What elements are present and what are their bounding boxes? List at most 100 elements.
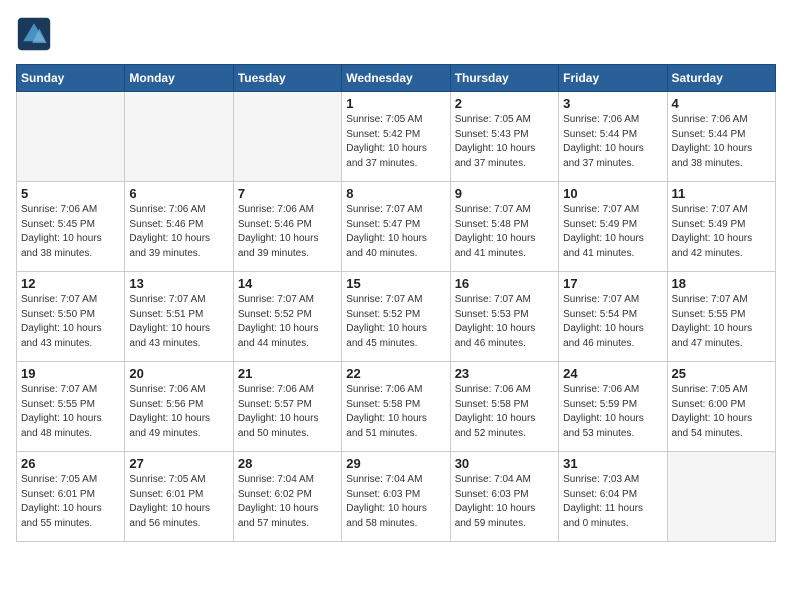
- day-number: 27: [129, 456, 228, 471]
- week-row-3: 12 Sunrise: 7:07 AM Sunset: 5:50 PM Dayli…: [17, 272, 776, 362]
- day-info: Sunrise: 7:06 AM Sunset: 5:44 PM Dayligh…: [672, 113, 771, 171]
- weekday-monday: Monday: [125, 65, 233, 92]
- week-row-5: 26 Sunrise: 7:05 AM Sunset: 6:01 PM Dayli…: [17, 452, 776, 542]
- calendar-cell: 27 Sunrise: 7:05 AM Sunset: 6:01 PM Dayli…: [125, 452, 233, 542]
- day-info: Sunrise: 7:05 AM Sunset: 5:42 PM Dayligh…: [346, 113, 445, 171]
- calendar-cell: 9 Sunrise: 7:07 AM Sunset: 5:48 PM Daylig…: [450, 182, 558, 272]
- weekday-header-row: SundayMondayTuesdayWednesdayThursdayFrid…: [17, 65, 776, 92]
- calendar-cell: 4 Sunrise: 7:06 AM Sunset: 5:44 PM Daylig…: [667, 92, 775, 182]
- calendar-cell: 22Sunrise: 7:06 AM Sunset: 5:58 PM Dayli…: [342, 362, 450, 452]
- calendar-cell: 12 Sunrise: 7:07 AM Sunset: 5:50 PM Dayli…: [17, 272, 125, 362]
- logo-icon: [16, 16, 52, 52]
- day-number: 15: [346, 276, 445, 291]
- day-info: Sunrise: 7:04 AM Sunset: 6:03 PM Dayligh…: [455, 473, 554, 531]
- day-info: Sunrise: 7:05 AM Sunset: 6:00 PM Dayligh…: [672, 383, 771, 441]
- day-number: 12: [21, 276, 120, 291]
- day-info: Sunrise: 7:07 AM Sunset: 5:49 PM Dayligh…: [563, 203, 662, 261]
- day-number: 1: [346, 96, 445, 111]
- calendar-cell: 25 Sunrise: 7:05 AM Sunset: 6:00 PM Dayli…: [667, 362, 775, 452]
- calendar-cell: 31Sunrise: 7:03 AM Sunset: 6:04 PM Dayli…: [559, 452, 667, 542]
- calendar-cell: 8 Sunrise: 7:07 AM Sunset: 5:47 PM Daylig…: [342, 182, 450, 272]
- page-header: [16, 16, 776, 52]
- day-info: Sunrise: 7:07 AM Sunset: 5:50 PM Dayligh…: [21, 293, 120, 351]
- day-info: Sunrise: 7:06 AM Sunset: 5:56 PM Dayligh…: [129, 383, 228, 441]
- weekday-friday: Friday: [559, 65, 667, 92]
- calendar-cell: 5 Sunrise: 7:06 AM Sunset: 5:45 PM Daylig…: [17, 182, 125, 272]
- day-info: Sunrise: 7:07 AM Sunset: 5:52 PM Dayligh…: [238, 293, 337, 351]
- day-number: 24: [563, 366, 662, 381]
- day-info: Sunrise: 7:06 AM Sunset: 5:45 PM Dayligh…: [21, 203, 120, 261]
- calendar-cell: [233, 92, 341, 182]
- day-number: 29: [346, 456, 445, 471]
- logo: [16, 16, 56, 52]
- day-info: Sunrise: 7:07 AM Sunset: 5:51 PM Dayligh…: [129, 293, 228, 351]
- calendar-cell: 19Sunrise: 7:07 AM Sunset: 5:55 PM Dayli…: [17, 362, 125, 452]
- day-info: Sunrise: 7:07 AM Sunset: 5:54 PM Dayligh…: [563, 293, 662, 351]
- day-number: 25: [672, 366, 771, 381]
- day-number: 23: [455, 366, 554, 381]
- week-row-1: 1 Sunrise: 7:05 AM Sunset: 5:42 PM Daylig…: [17, 92, 776, 182]
- day-number: 30: [455, 456, 554, 471]
- day-info: Sunrise: 7:07 AM Sunset: 5:47 PM Dayligh…: [346, 203, 445, 261]
- day-number: 8: [346, 186, 445, 201]
- day-info: Sunrise: 7:04 AM Sunset: 6:03 PM Dayligh…: [346, 473, 445, 531]
- weekday-saturday: Saturday: [667, 65, 775, 92]
- day-number: 9: [455, 186, 554, 201]
- day-number: 20: [129, 366, 228, 381]
- calendar-cell: 6 Sunrise: 7:06 AM Sunset: 5:46 PM Daylig…: [125, 182, 233, 272]
- day-info: Sunrise: 7:05 AM Sunset: 6:01 PM Dayligh…: [129, 473, 228, 531]
- day-number: 7: [238, 186, 337, 201]
- calendar-cell: 23 Sunrise: 7:06 AM Sunset: 5:58 PM Dayli…: [450, 362, 558, 452]
- day-number: 21: [238, 366, 337, 381]
- calendar-cell: 30 Sunrise: 7:04 AM Sunset: 6:03 PM Dayli…: [450, 452, 558, 542]
- calendar-cell: 21 Sunrise: 7:06 AM Sunset: 5:57 PM Dayli…: [233, 362, 341, 452]
- calendar-cell: [17, 92, 125, 182]
- calendar-cell: 15 Sunrise: 7:07 AM Sunset: 5:52 PM Dayli…: [342, 272, 450, 362]
- day-number: 14: [238, 276, 337, 291]
- day-number: 5: [21, 186, 120, 201]
- calendar-cell: 13 Sunrise: 7:07 AM Sunset: 5:51 PM Dayli…: [125, 272, 233, 362]
- day-number: 17: [563, 276, 662, 291]
- calendar-cell: 7 Sunrise: 7:06 AM Sunset: 5:46 PM Daylig…: [233, 182, 341, 272]
- day-info: Sunrise: 7:06 AM Sunset: 5:58 PM Dayligh…: [346, 383, 445, 441]
- day-number: 19: [21, 366, 120, 381]
- day-info: Sunrise: 7:06 AM Sunset: 5:44 PM Dayligh…: [563, 113, 662, 171]
- calendar-table: SundayMondayTuesdayWednesdayThursdayFrid…: [16, 64, 776, 542]
- calendar-cell: 2 Sunrise: 7:05 AM Sunset: 5:43 PM Daylig…: [450, 92, 558, 182]
- day-number: 28: [238, 456, 337, 471]
- calendar-cell: 29 Sunrise: 7:04 AM Sunset: 6:03 PM Dayli…: [342, 452, 450, 542]
- day-info: Sunrise: 7:06 AM Sunset: 5:46 PM Dayligh…: [238, 203, 337, 261]
- weekday-wednesday: Wednesday: [342, 65, 450, 92]
- day-number: 2: [455, 96, 554, 111]
- day-info: Sunrise: 7:07 AM Sunset: 5:53 PM Dayligh…: [455, 293, 554, 351]
- day-info: Sunrise: 7:05 AM Sunset: 6:01 PM Dayligh…: [21, 473, 120, 531]
- day-number: 26: [21, 456, 120, 471]
- calendar-cell: [125, 92, 233, 182]
- calendar-cell: 11 Sunrise: 7:07 AM Sunset: 5:49 PM Dayli…: [667, 182, 775, 272]
- day-number: 4: [672, 96, 771, 111]
- calendar-cell: 3 Sunrise: 7:06 AM Sunset: 5:44 PM Daylig…: [559, 92, 667, 182]
- day-info: Sunrise: 7:05 AM Sunset: 5:43 PM Dayligh…: [455, 113, 554, 171]
- day-info: Sunrise: 7:06 AM Sunset: 5:46 PM Dayligh…: [129, 203, 228, 261]
- day-info: Sunrise: 7:06 AM Sunset: 5:58 PM Dayligh…: [455, 383, 554, 441]
- day-number: 13: [129, 276, 228, 291]
- week-row-2: 5 Sunrise: 7:06 AM Sunset: 5:45 PM Daylig…: [17, 182, 776, 272]
- calendar-cell: 24 Sunrise: 7:06 AM Sunset: 5:59 PM Dayli…: [559, 362, 667, 452]
- calendar-cell: 1 Sunrise: 7:05 AM Sunset: 5:42 PM Daylig…: [342, 92, 450, 182]
- calendar-cell: 28Sunrise: 7:04 AM Sunset: 6:02 PM Dayli…: [233, 452, 341, 542]
- calendar-cell: 14 Sunrise: 7:07 AM Sunset: 5:52 PM Dayli…: [233, 272, 341, 362]
- weekday-tuesday: Tuesday: [233, 65, 341, 92]
- day-info: Sunrise: 7:07 AM Sunset: 5:52 PM Dayligh…: [346, 293, 445, 351]
- day-info: Sunrise: 7:07 AM Sunset: 5:55 PM Dayligh…: [672, 293, 771, 351]
- day-info: Sunrise: 7:06 AM Sunset: 5:59 PM Dayligh…: [563, 383, 662, 441]
- day-info: Sunrise: 7:07 AM Sunset: 5:48 PM Dayligh…: [455, 203, 554, 261]
- day-info: Sunrise: 7:07 AM Sunset: 5:49 PM Dayligh…: [672, 203, 771, 261]
- week-row-4: 19Sunrise: 7:07 AM Sunset: 5:55 PM Dayli…: [17, 362, 776, 452]
- day-info: Sunrise: 7:06 AM Sunset: 5:57 PM Dayligh…: [238, 383, 337, 441]
- calendar-cell: 16Sunrise: 7:07 AM Sunset: 5:53 PM Dayli…: [450, 272, 558, 362]
- day-number: 6: [129, 186, 228, 201]
- day-number: 3: [563, 96, 662, 111]
- day-number: 11: [672, 186, 771, 201]
- calendar-cell: 17 Sunrise: 7:07 AM Sunset: 5:54 PM Dayli…: [559, 272, 667, 362]
- calendar-cell: 18Sunrise: 7:07 AM Sunset: 5:55 PM Dayli…: [667, 272, 775, 362]
